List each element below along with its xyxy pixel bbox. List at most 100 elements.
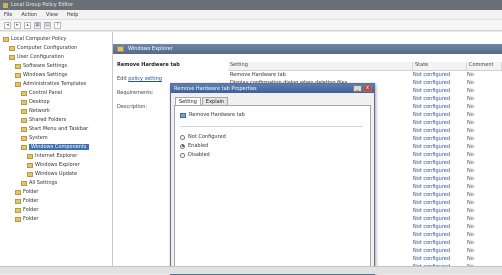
state-cell: Not configured xyxy=(413,168,451,174)
panel-header-title: Windows Explorer xyxy=(128,46,173,52)
tree-item-label: Folder xyxy=(23,198,39,204)
tree-item[interactable]: Computer Configuration xyxy=(9,44,77,52)
tree-item-label: Administrative Templates xyxy=(23,81,87,87)
comment-cell: No xyxy=(467,184,474,190)
option-radio[interactable]: Disabled xyxy=(180,152,210,158)
menu-help[interactable]: Help xyxy=(67,12,78,18)
menu-view[interactable]: View xyxy=(46,12,58,18)
folder-icon xyxy=(21,144,27,150)
tree-item[interactable]: Internet Explorer xyxy=(27,152,77,160)
state-cell: Not configured xyxy=(413,112,451,118)
state-cell: Not configured xyxy=(413,216,451,222)
tree-item[interactable]: System xyxy=(21,134,48,142)
tree-item[interactable]: Network xyxy=(21,107,50,115)
folder-icon xyxy=(15,198,21,204)
state-cell: Not configured xyxy=(413,120,451,126)
table-row[interactable]: Remove Hardware tab Not configured No xyxy=(228,71,502,79)
tree-item-label: Computer Configuration xyxy=(17,45,78,51)
menu-action[interactable]: Action xyxy=(21,12,37,18)
column-comment[interactable]: Comment xyxy=(467,62,502,70)
forward-icon[interactable]: ▸ xyxy=(14,21,21,29)
comment-cell: No xyxy=(467,80,474,86)
radio-button-icon[interactable] xyxy=(180,152,185,158)
state-cell: Not configured xyxy=(413,88,451,94)
tree-item[interactable]: Folder xyxy=(15,188,38,196)
tree-item[interactable]: Windows Explorer xyxy=(27,161,80,169)
column-state[interactable]: State xyxy=(413,62,467,70)
edit-policy-link[interactable]: policy setting xyxy=(128,76,162,82)
state-cell: Not configured xyxy=(413,240,451,246)
folder-icon xyxy=(15,216,21,222)
comment-cell: No xyxy=(467,120,474,126)
state-cell: Not configured xyxy=(413,256,451,262)
comment-cell: No xyxy=(467,168,474,174)
close-button[interactable]: x xyxy=(363,85,372,92)
state-cell: Not configured xyxy=(413,200,451,206)
properties-dialog: Remove Hardware tab Properties _ x Setti… xyxy=(170,83,375,275)
tree-item[interactable]: Control Panel xyxy=(21,89,62,97)
tree-item-label: Windows Explorer xyxy=(35,162,80,168)
folder-icon xyxy=(3,36,9,42)
minimize-button[interactable]: _ xyxy=(353,85,362,92)
tree-item[interactable]: Folder xyxy=(15,206,38,214)
tree-item[interactable]: Software Settings xyxy=(15,62,67,70)
tree-item[interactable]: User Configuration xyxy=(9,53,64,61)
option-label: Disabled xyxy=(188,152,210,158)
dialog-title-bar: Remove Hardware tab Properties _ x xyxy=(171,84,374,93)
column-setting[interactable]: Setting xyxy=(228,62,413,70)
comment-cell: No xyxy=(467,72,474,78)
state-cell: Not configured xyxy=(413,248,451,254)
folder-icon xyxy=(15,207,21,213)
option-radio[interactable]: Enabled xyxy=(180,143,208,149)
tree-item[interactable]: Shared Folders xyxy=(21,116,66,124)
menu-file[interactable]: File xyxy=(4,12,12,18)
state-cell: Not configured xyxy=(413,184,451,190)
tree-item-label: Folder xyxy=(23,207,39,213)
dialog-title: Remove Hardware tab Properties xyxy=(174,85,257,92)
folder-icon xyxy=(21,99,27,105)
properties-icon[interactable]: ▤ xyxy=(44,21,51,29)
tree-item[interactable]: Start Menu and Taskbar xyxy=(21,125,88,133)
tree-item-label: System xyxy=(29,135,48,141)
up-icon[interactable]: ▴ xyxy=(24,21,31,29)
option-radio[interactable]: Not Configured xyxy=(180,134,226,140)
state-cell: Not configured xyxy=(413,152,451,158)
tree-item[interactable]: Folder xyxy=(15,215,38,223)
comment-cell: No xyxy=(467,160,474,166)
folder-icon xyxy=(15,72,21,78)
comment-cell: No xyxy=(467,224,474,230)
back-icon[interactable]: ◂ xyxy=(4,21,11,29)
tree-item[interactable]: Windows Update xyxy=(27,170,77,178)
tree-item[interactable]: Folder xyxy=(15,197,38,205)
state-cell: Not configured xyxy=(413,96,451,102)
folder-icon xyxy=(21,117,27,123)
tree-item[interactable]: Administrative Templates xyxy=(15,80,86,88)
tree-item[interactable]: Desktop xyxy=(21,98,50,106)
help-icon[interactable]: ? xyxy=(54,21,61,29)
tree-item-label: User Configuration xyxy=(17,54,64,60)
radio-button-icon[interactable] xyxy=(180,134,185,140)
tree-item-label: Network xyxy=(29,108,50,114)
policy-icon xyxy=(180,112,186,118)
app-window: Local Group Policy Editor File Action Vi… xyxy=(0,0,502,275)
radio-button-icon[interactable] xyxy=(180,143,185,149)
state-cell: Not configured xyxy=(413,144,451,150)
tree-item-label: Windows Update xyxy=(35,171,78,177)
state-cell: Not configured xyxy=(413,72,451,78)
comment-cell: No xyxy=(467,96,474,102)
comment-cell: No xyxy=(467,200,474,206)
tree-item[interactable]: Local Computer Policy xyxy=(3,35,66,43)
tree-item[interactable]: Windows Settings xyxy=(15,71,67,79)
title-bar: Local Group Policy Editor xyxy=(0,0,502,10)
show-hide-tree-icon[interactable]: ▦ xyxy=(34,21,41,29)
state-cell: Not configured xyxy=(413,232,451,238)
tree-item-label: Shared Folders xyxy=(29,117,67,123)
setting-description: Remove Hardware tab xyxy=(180,112,245,118)
tree-item[interactable]: All Settings xyxy=(21,179,57,187)
tree-item-label: Internet Explorer xyxy=(35,153,78,159)
folder-icon xyxy=(21,90,27,96)
comment-cell: No xyxy=(467,128,474,134)
tree-item[interactable]: Windows Components xyxy=(21,143,89,151)
folder-icon xyxy=(21,180,27,186)
comment-cell: No xyxy=(467,208,474,214)
